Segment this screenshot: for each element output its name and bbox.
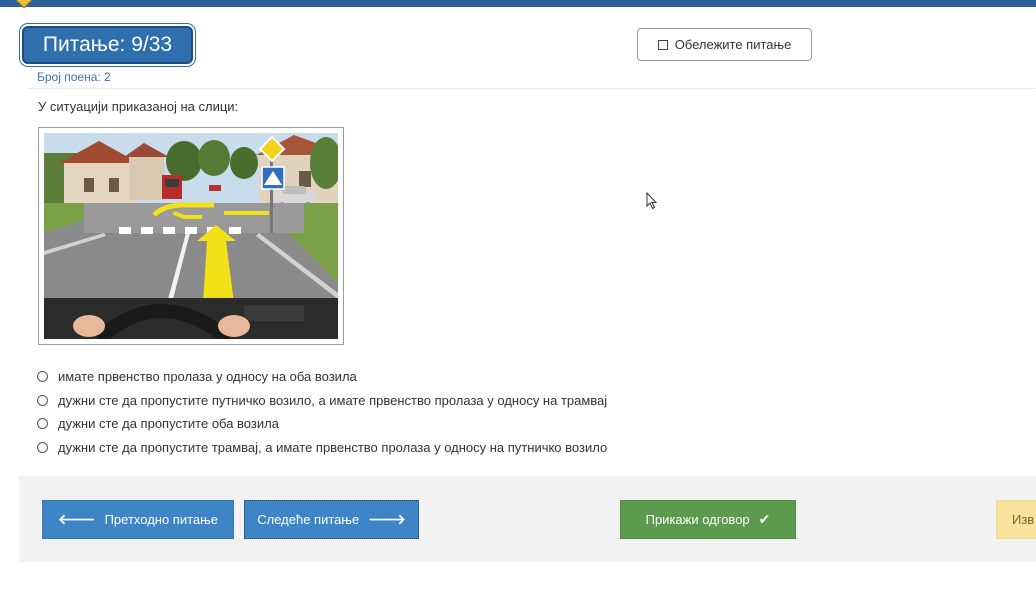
checkbox-icon[interactable] <box>657 39 668 50</box>
mouse-cursor-icon <box>646 192 658 210</box>
previous-question-label: Претходно питање <box>104 512 218 527</box>
arrow-left-icon: 🡐 <box>58 511 96 527</box>
answer-option-label: дужни сте да пропустите оба возила <box>58 416 279 432</box>
answer-option-2[interactable]: дужни сте да пропустите путничко возило,… <box>37 389 607 413</box>
answer-option-label: имате првенство пролаза у односу на оба … <box>58 369 357 385</box>
finish-label: Изв <box>1012 512 1035 527</box>
arrow-right-icon: 🡒 <box>368 511 406 527</box>
question-image <box>38 127 344 345</box>
show-answer-button[interactable]: Прикажи одговор ✔ <box>620 500 796 539</box>
radio-button[interactable] <box>37 441 48 453</box>
finish-button[interactable]: Изв <box>996 500 1036 539</box>
intersection-scene-image <box>44 133 338 339</box>
answer-option-label: дужни сте да пропустите путничко возило,… <box>58 392 608 408</box>
divider <box>28 88 1036 89</box>
logo-icon <box>15 0 33 9</box>
answer-option-4[interactable]: дужни сте да пропустите трамвај, а имате… <box>37 436 607 460</box>
question-prompt: У ситуацији приказаној на слици: <box>38 99 239 114</box>
answer-option-label: дужни сте да пропустите трамвај, а имате… <box>58 439 608 455</box>
next-question-button[interactable]: Следеће питање 🡒 <box>244 500 419 539</box>
show-answer-label: Прикажи одговор <box>645 512 750 527</box>
top-navigation-bar <box>0 0 1036 9</box>
radio-button[interactable] <box>37 418 48 430</box>
question-counter-badge: Питање: 9/33 <box>22 26 193 64</box>
points-label: Број поена: 2 <box>37 70 111 84</box>
mark-question-button[interactable]: Обележите питање <box>637 28 812 61</box>
answer-options: имате првенство пролаза у односу на оба … <box>37 365 607 459</box>
radio-button[interactable] <box>37 371 48 383</box>
answer-option-1[interactable]: имате првенство пролаза у односу на оба … <box>37 365 607 389</box>
next-question-label: Следеће питање <box>257 512 360 527</box>
mark-question-label: Обележите питање <box>674 37 792 52</box>
answer-option-3[interactable]: дужни сте да пропустите оба возила <box>37 412 607 436</box>
radio-button[interactable] <box>37 394 48 406</box>
checkmark-icon: ✔ <box>758 511 771 527</box>
previous-question-button[interactable]: 🡐 Претходно питање <box>42 500 234 539</box>
